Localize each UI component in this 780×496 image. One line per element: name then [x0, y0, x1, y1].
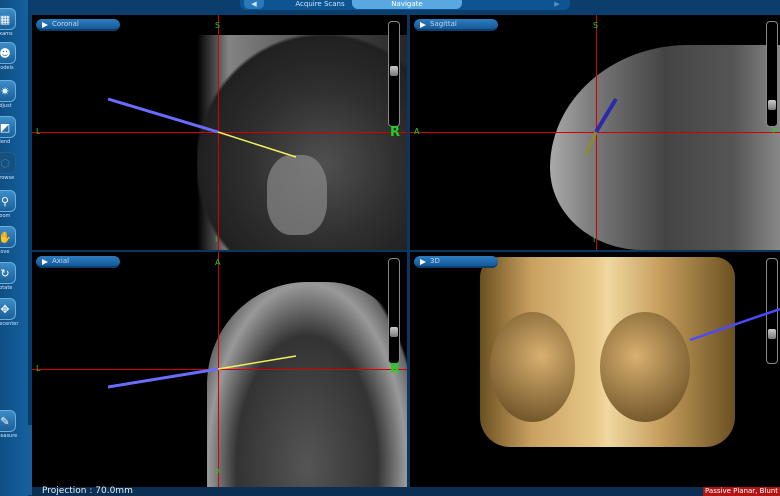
- orientation-top: S: [593, 21, 599, 30]
- tool-line-blue: [107, 97, 219, 134]
- ruler-icon: ✎: [0, 414, 10, 428]
- orientation-top: S: [215, 21, 221, 30]
- workflow-nav: ◀ Acquire Scans Navigate ▶: [240, 0, 570, 10]
- tool-label: Recenter: [0, 321, 19, 327]
- orientation-bottom: P: [215, 468, 220, 477]
- coronal-viewport[interactable]: Coronal S I L R: [32, 15, 407, 250]
- grid-icon: ▦: [0, 12, 11, 26]
- tool-label: Move: [0, 249, 10, 255]
- tool-browse-button[interactable]: ⬡: [0, 152, 16, 174]
- orientation-bottom: I: [593, 235, 596, 244]
- brightness-icon: ✷: [0, 84, 10, 98]
- tool-label: Adjust: [0, 103, 12, 109]
- orientation-left: A: [414, 127, 420, 136]
- rotate-icon: ↻: [0, 266, 10, 280]
- projection-readout: Projection : 70.0mm: [42, 486, 133, 496]
- tool-recenter-button[interactable]: ✥: [0, 298, 16, 320]
- status-bar: Projection : 70.0mm Passive Planar, Blun…: [32, 486, 780, 496]
- magnifier-icon: ⚲: [0, 194, 10, 208]
- cube-icon: ⬡: [0, 156, 10, 170]
- tool-mode-badge: Passive Planar, Blunt: [703, 487, 780, 496]
- tool-label: Models: [0, 65, 14, 71]
- orientation-left: L: [36, 364, 41, 373]
- tool-line-yellow: [217, 131, 297, 158]
- tool-label: Zoom: [0, 213, 11, 219]
- blend-icon: ◩: [0, 120, 11, 134]
- orientation-top: A: [215, 258, 221, 267]
- hand-icon: ✋: [0, 230, 12, 244]
- tool-rotate-button[interactable]: ↻: [0, 262, 16, 284]
- tool-move-button[interactable]: ✋: [0, 226, 16, 248]
- tool-zoom-button[interactable]: ⚲: [0, 190, 16, 212]
- tool-label: Blend: [0, 139, 11, 145]
- orientation-bottom: I: [215, 235, 218, 244]
- tool-adjust-button[interactable]: ✷: [0, 80, 16, 102]
- orientation-right: P: [772, 127, 777, 136]
- forward-button[interactable]: ▶: [548, 0, 566, 9]
- navigate-tab[interactable]: Navigate: [352, 0, 462, 9]
- tool-models-button[interactable]: ☻: [0, 42, 16, 64]
- back-button[interactable]: ◀: [244, 0, 264, 9]
- tool-label: Exams: [0, 31, 13, 37]
- tool-blend-button[interactable]: ◩: [0, 116, 16, 138]
- 3d-viewport[interactable]: 3D: [410, 252, 780, 487]
- recenter-icon: ✥: [0, 302, 10, 316]
- viewport-grid: Coronal S I L R Sagittal S I A P Axial A…: [32, 15, 780, 487]
- orientation-right: R: [390, 125, 401, 140]
- orientation-right: R: [390, 362, 401, 377]
- tool-label: Rotate: [0, 285, 13, 291]
- tool-measure-button[interactable]: ✎: [0, 410, 16, 432]
- orientation-left: L: [36, 127, 41, 136]
- head-icon: ☻: [0, 46, 11, 60]
- tool-label: Measure: [0, 433, 18, 439]
- axial-viewport[interactable]: Axial A P L R: [32, 252, 407, 487]
- tool-label: Browse: [0, 175, 15, 181]
- sagittal-viewport[interactable]: Sagittal S I A P: [410, 15, 780, 250]
- tool-exams-button[interactable]: ▦: [0, 8, 16, 30]
